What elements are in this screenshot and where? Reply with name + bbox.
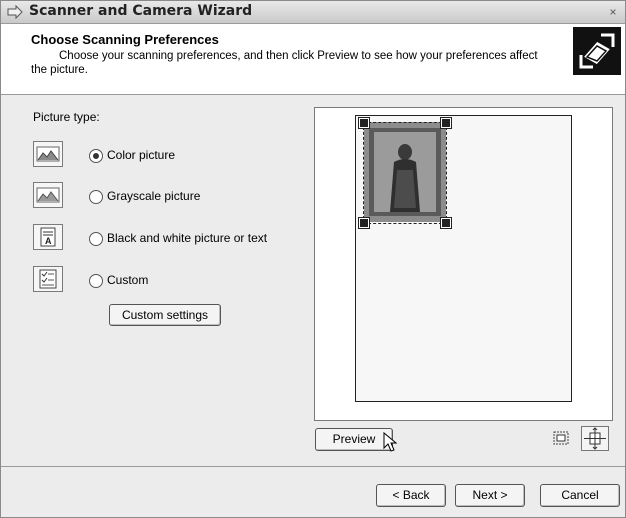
bw-picture-label[interactable]: Black and white picture or text xyxy=(107,231,267,245)
crop-handle-bottom-right[interactable] xyxy=(440,217,452,229)
color-picture-label[interactable]: Color picture xyxy=(107,148,175,162)
svg-text:A: A xyxy=(45,236,52,246)
subtitle-line-2: the picture. xyxy=(31,64,88,76)
scan-page xyxy=(355,115,572,402)
wizard-header: Choose Scanning Preferences Choose your … xyxy=(1,24,625,95)
color-picture-radio[interactable] xyxy=(89,149,103,163)
next-button[interactable]: Next > xyxy=(455,484,525,507)
custom-label[interactable]: Custom xyxy=(107,273,148,287)
crop-selection[interactable] xyxy=(363,122,447,224)
fit-page-icon xyxy=(584,427,606,450)
wizard-arrow-icon xyxy=(7,4,23,20)
crop-handle-bottom-left[interactable] xyxy=(358,217,370,229)
grayscale-picture-radio[interactable] xyxy=(89,190,103,204)
title-bar[interactable]: Scanner and Camera Wizard × xyxy=(1,1,625,24)
zoom-selection-icon[interactable] xyxy=(551,428,571,448)
cancel-button[interactable]: Cancel xyxy=(540,484,620,507)
scanner-wizard-icon xyxy=(573,27,621,75)
custom-icon[interactable] xyxy=(33,266,63,292)
preview-pane[interactable] xyxy=(314,107,613,421)
subtitle-line-1: Choose your scanning preferences, and th… xyxy=(59,50,538,62)
wizard-window: Scanner and Camera Wizard × Choose Scann… xyxy=(0,0,626,518)
bw-picture-radio[interactable] xyxy=(89,232,103,246)
fit-page-button[interactable] xyxy=(581,426,609,451)
page-subtitle: Choose your scanning preferences, and th… xyxy=(31,49,584,77)
mouse-pointer-icon xyxy=(383,431,398,452)
custom-settings-button[interactable]: Custom settings xyxy=(109,304,221,326)
bw-text-icon[interactable]: A xyxy=(33,224,63,250)
crop-handle-top-right[interactable] xyxy=(440,117,452,129)
back-button[interactable]: < Back xyxy=(376,484,446,507)
crop-handle-top-left[interactable] xyxy=(358,117,370,129)
window-title: Scanner and Camera Wizard xyxy=(29,3,253,19)
custom-radio[interactable] xyxy=(89,274,103,288)
grayscale-picture-label[interactable]: Grayscale picture xyxy=(107,189,200,203)
close-icon[interactable]: × xyxy=(605,4,621,20)
footer-separator xyxy=(1,466,625,467)
grayscale-picture-icon[interactable] xyxy=(33,182,63,208)
picture-type-label: Picture type: xyxy=(33,110,100,124)
page-title: Choose Scanning Preferences xyxy=(31,32,219,47)
color-picture-icon[interactable] xyxy=(33,141,63,167)
